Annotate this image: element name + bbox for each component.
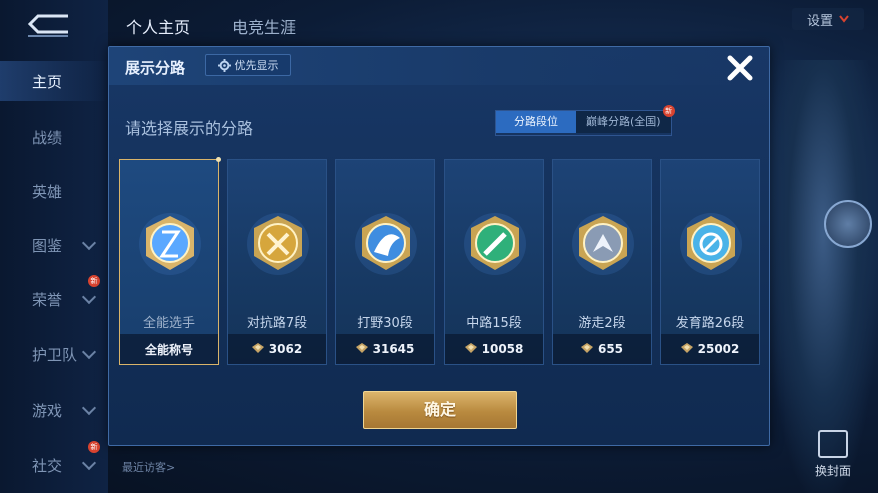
chevron-down-icon (81, 344, 97, 360)
lane-card[interactable]: 中路15段 10058 (444, 159, 544, 365)
lane-score-bar: 25002 (661, 334, 759, 364)
lane-score-bar: 655 (553, 334, 651, 364)
priority-display-button[interactable]: 优先显示 (205, 54, 291, 76)
lane-score-bar: 3062 (228, 334, 326, 364)
avatar[interactable] (824, 200, 872, 248)
lane-score: 25002 (697, 342, 740, 356)
lane-card[interactable]: 对抗路7段 3062 (227, 159, 327, 365)
close-icon (727, 55, 753, 81)
sidebar-item[interactable]: 社交 新 (0, 441, 108, 485)
sidebar-item[interactable]: 战绩 (0, 117, 108, 157)
mid-lane-badge-icon (463, 212, 527, 276)
lane-card[interactable]: 全能选手 全能称号 (119, 157, 221, 365)
farm-lane-badge-icon (679, 212, 743, 276)
sidebar-item[interactable]: 护卫队 (0, 334, 108, 374)
lane-name: 游走2段 (578, 316, 626, 331)
sidebar-item-label: 游戏 (32, 401, 63, 420)
settings-button[interactable]: 设置 (792, 8, 864, 30)
rank-diamond-icon (355, 342, 368, 356)
chevron-down-icon (81, 400, 97, 416)
close-button[interactable] (723, 51, 757, 85)
priority-display-label: 优先显示 (234, 59, 279, 72)
rank-diamond-icon (680, 342, 693, 356)
new-badge: 新 (662, 105, 675, 117)
sidebar-item-label: 护卫队 (32, 345, 78, 364)
jungle-badge-icon (354, 212, 418, 276)
roam-badge-icon (571, 212, 635, 276)
dialog-subtitle: 请选择展示的分路 (125, 119, 254, 138)
lane-type-toggle: 分路段位 巅峰分路(全国) 新 (495, 105, 675, 136)
recent-visitors-link[interactable]: 最近访客> (122, 459, 175, 475)
clash-lane-badge-icon (246, 212, 310, 276)
new-badge: 新 (88, 275, 100, 287)
lane-score-bar: 10058 (445, 334, 543, 364)
sidebar-item[interactable]: 英雄 (0, 171, 108, 211)
lane-score: 3062 (268, 342, 303, 356)
lane-name: 打野30段 (357, 316, 413, 331)
sidebar-item-label: 战绩 (32, 128, 63, 147)
lane-card[interactable]: 发育路26段 25002 (660, 159, 760, 365)
lane-card[interactable]: 打野30段 31645 (335, 159, 435, 365)
sidebar-item[interactable]: 主页 (0, 61, 108, 101)
lane-card[interactable]: 游走2段 655 (552, 159, 652, 365)
change-cover-button[interactable]: 换封面 (806, 430, 860, 479)
tab-lane-rank[interactable]: 分路段位 (496, 111, 576, 133)
dialog-title: 展示分路 (125, 59, 186, 77)
lane-score-bar: 全能称号 (120, 334, 218, 364)
background-character (768, 60, 878, 493)
tab-esports-career[interactable]: 电竞生涯 (232, 14, 296, 38)
settings-label: 设置 (806, 13, 833, 29)
sidebar: 主页 战绩 英雄 图鉴 荣誉新护卫队 游戏 社交新 (0, 0, 108, 493)
change-cover-label: 换封面 (814, 464, 851, 478)
new-badge: 新 (88, 441, 100, 453)
sidebar-item-label: 主页 (32, 72, 63, 91)
sidebar-item-label: 图鉴 (32, 236, 63, 255)
sidebar-item-label: 英雄 (32, 182, 63, 201)
rank-diamond-icon (580, 342, 593, 356)
lane-name: 对抗路7段 (246, 316, 308, 331)
lane-score: 10058 (481, 342, 524, 356)
chevron-down-icon (839, 15, 849, 23)
chevron-down-icon (81, 235, 97, 251)
sidebar-item-label: 荣誉 (32, 290, 63, 309)
all-round-badge-icon (138, 212, 202, 276)
back-arrow-icon (27, 14, 68, 37)
chevron-down-icon (81, 455, 97, 471)
sidebar-item[interactable]: 荣誉 新 (0, 275, 108, 319)
lane-name: 中路15段 (466, 316, 522, 331)
sidebar-item[interactable]: 图鉴 (0, 225, 108, 265)
lane-title-label: 全能称号 (144, 342, 193, 357)
sidebar-item[interactable]: 游戏 (0, 390, 108, 430)
lane-score: 31645 (372, 342, 415, 356)
selected-marker (216, 157, 221, 162)
tab-personal-home[interactable]: 个人主页 (126, 14, 190, 38)
rank-diamond-icon (251, 342, 264, 356)
tab-peak-lane[interactable]: 巅峰分路(全国) 新 (576, 105, 675, 133)
gear-icon (217, 58, 231, 72)
lane-score-bar: 31645 (336, 334, 434, 364)
lane-name: 全能选手 (142, 316, 195, 331)
chevron-down-icon (81, 289, 97, 305)
tab-peak-lane-label: 巅峰分路(全国) (586, 115, 661, 128)
rank-diamond-icon (464, 342, 477, 356)
lane-name: 发育路26段 (675, 316, 745, 331)
picture-icon (818, 430, 848, 458)
dialog-header: 展示分路 优先显示 (109, 47, 769, 85)
confirm-button[interactable]: 确定 (363, 391, 517, 429)
lane-display-dialog: 展示分路 优先显示 请选择展示的分路 分路段位 巅峰分路(全国) 新 全能选手全… (108, 46, 770, 446)
sidebar-item-label: 社交 (32, 456, 63, 475)
back-button[interactable] (22, 10, 74, 40)
lane-score: 655 (597, 342, 624, 356)
